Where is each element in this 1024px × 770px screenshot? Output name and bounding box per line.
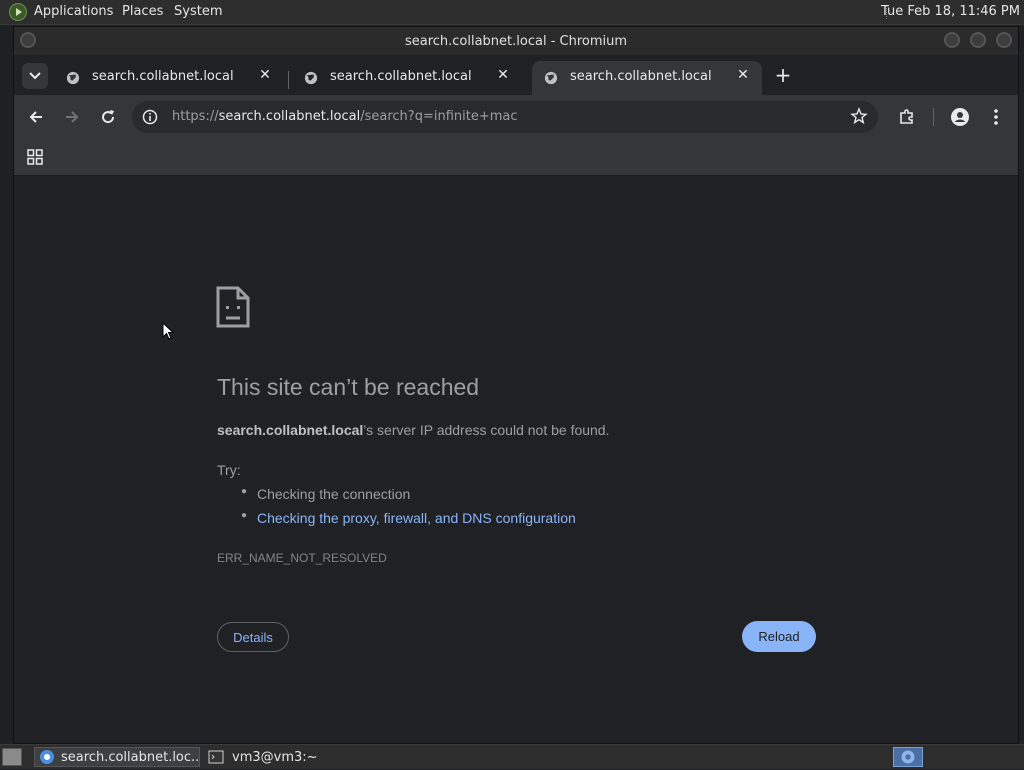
terminal-icon	[208, 750, 224, 764]
chrome-menu-button[interactable]	[984, 105, 1008, 129]
tray-chromium-icon[interactable]	[893, 747, 923, 767]
tab-2[interactable]: search.collabnet.local ✕	[292, 61, 522, 95]
error-description: search.collabnet.local’s server IP addre…	[217, 422, 610, 438]
sad-page-icon	[216, 286, 250, 328]
top-panel: Applications Places System Tue Feb 18, 1…	[0, 0, 1024, 25]
suggestion-text: Checking the connection	[257, 486, 411, 502]
browser-toolbar: https://search.collabnet.local/search?q=…	[14, 95, 1018, 139]
chromium-icon	[901, 750, 915, 764]
bookmarks-bar	[14, 139, 1018, 176]
back-button[interactable]	[24, 105, 48, 129]
tab-search-button[interactable]	[22, 63, 48, 89]
tab-divider	[288, 71, 289, 89]
url-host: search.collabnet.local	[218, 109, 361, 124]
globe-icon	[304, 71, 318, 85]
error-title: This site can’t be reached	[217, 374, 480, 400]
url-scheme: https://	[172, 109, 219, 124]
places-menu[interactable]: Places	[122, 4, 163, 19]
new-tab-button[interactable]: +	[774, 63, 792, 87]
globe-icon	[544, 71, 558, 85]
puzzle-piece-icon	[900, 109, 913, 124]
error-description-text: ’s server IP address could not be found.	[363, 422, 610, 438]
tab-strip: search.collabnet.local ✕ search.collabne…	[14, 55, 1018, 95]
tab-title: search.collabnet.local	[570, 69, 712, 84]
extensions-button[interactable]	[895, 105, 919, 129]
more-vertical-icon	[994, 109, 998, 125]
taskbar-item-terminal[interactable]: vm3@vm3:~	[204, 747, 374, 767]
distro-logo-icon[interactable]	[9, 3, 27, 21]
url-text[interactable]: https://search.collabnet.local/search?q=…	[172, 109, 518, 124]
taskbar-item-label: vm3@vm3:~	[232, 749, 318, 765]
avatar-icon	[951, 108, 969, 126]
close-window-button[interactable]	[996, 32, 1012, 48]
address-bar[interactable]: https://search.collabnet.local/search?q=…	[132, 101, 878, 133]
system-menu[interactable]: System	[174, 4, 222, 19]
bookmark-star-icon[interactable]	[850, 107, 868, 125]
bottom-panel: search.collabnet.loc... vm3@vm3:~	[0, 744, 1024, 769]
error-host: search.collabnet.local	[217, 422, 364, 438]
window-titlebar[interactable]: search.collabnet.local - Chromium	[14, 27, 1018, 55]
tab-title: search.collabnet.local	[92, 69, 234, 84]
minimize-button[interactable]	[944, 32, 960, 48]
try-label: Try:	[217, 462, 241, 478]
chromium-icon	[40, 750, 54, 764]
profile-button[interactable]	[948, 105, 972, 129]
taskbar-item-label: search.collabnet.loc...	[61, 749, 200, 765]
globe-icon	[66, 71, 80, 85]
refresh-icon	[102, 110, 115, 124]
tab-title: search.collabnet.local	[330, 69, 472, 84]
reload-toolbar-button[interactable]	[96, 105, 120, 129]
bullet-icon: ●	[241, 486, 248, 497]
show-desktop-button[interactable]	[2, 748, 22, 766]
toolbar-divider	[933, 108, 934, 126]
window-title: search.collabnet.local - Chromium	[404, 34, 628, 49]
browser-window: search.collabnet.local - Chromium search…	[13, 26, 1019, 744]
info-icon[interactable]	[142, 109, 158, 125]
close-tab-icon[interactable]: ✕	[734, 67, 752, 83]
error-code: ERR_NAME_NOT_RESOLVED	[217, 551, 387, 565]
clock[interactable]: Tue Feb 18, 11:46 PM	[881, 4, 1020, 19]
url-path: /search?q=infinite+mac	[360, 109, 518, 124]
bullet-icon: ●	[241, 510, 248, 521]
tab-3-active[interactable]: search.collabnet.local ✕	[532, 61, 762, 95]
reload-button[interactable]: Reload	[742, 621, 816, 652]
applications-menu[interactable]: Applications	[34, 4, 113, 19]
maximize-button[interactable]	[970, 32, 986, 48]
chevron-down-icon	[29, 72, 41, 80]
close-tab-icon[interactable]: ✕	[494, 67, 512, 83]
close-tab-icon[interactable]: ✕	[256, 67, 274, 83]
taskbar-item-browser[interactable]: search.collabnet.loc...	[34, 747, 200, 767]
proxy-dns-link[interactable]: Checking the proxy, firewall, and DNS co…	[257, 510, 576, 526]
arrow-right-icon	[66, 111, 79, 123]
page-content: This site can’t be reached search.collab…	[14, 176, 1018, 743]
tab-1[interactable]: search.collabnet.local ✕	[54, 61, 284, 95]
mouse-cursor-icon	[162, 322, 174, 340]
arrow-left-icon	[29, 111, 42, 123]
forward-button[interactable]	[60, 105, 84, 129]
details-button[interactable]: Details	[217, 622, 289, 652]
apps-grid-icon[interactable]	[26, 148, 44, 166]
